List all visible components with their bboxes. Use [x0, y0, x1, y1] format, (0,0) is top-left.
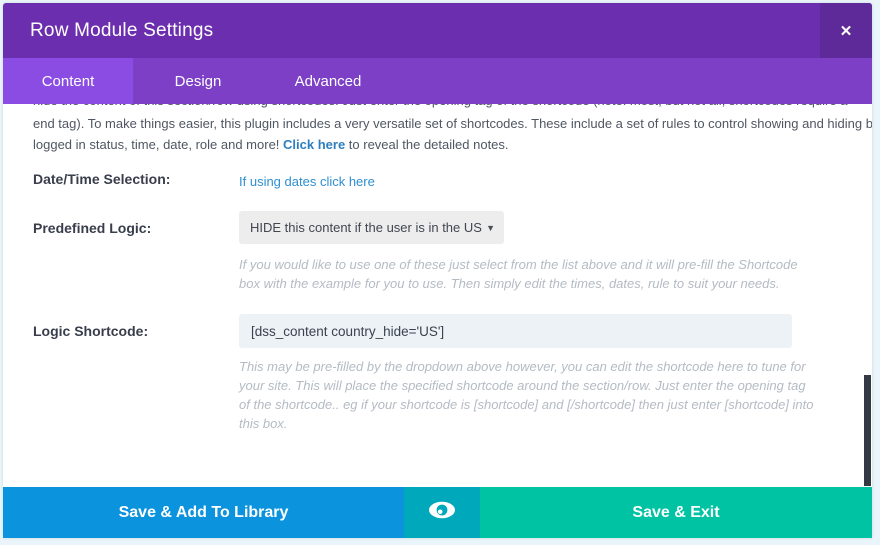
- intro-paragraph: end tag). To make things easier, this pl…: [33, 113, 858, 155]
- logic-shortcode-input[interactable]: [239, 314, 792, 348]
- chevron-down-icon: ▼: [484, 223, 504, 233]
- modal-footer: Save & Add To Library Save & Exit: [3, 487, 872, 538]
- using-dates-link[interactable]: If using dates click here: [239, 174, 375, 189]
- intro-line-1: end tag). To make things easier, this pl…: [33, 113, 858, 134]
- predefined-logic-help-text: If you would like to use one of these ju…: [239, 255, 798, 293]
- save-exit-button[interactable]: Save & Exit: [480, 487, 872, 538]
- clipped-text-line: hide the content of this section/row usi…: [33, 104, 848, 109]
- close-icon: ✕: [840, 22, 853, 40]
- tab-bar: Content Design Advanced: [3, 58, 872, 104]
- eye-icon: [427, 499, 457, 526]
- tab-content[interactable]: Content: [3, 58, 133, 104]
- modal-header: Row Module Settings ✕: [3, 3, 872, 58]
- logic-shortcode-label: Logic Shortcode:: [33, 323, 148, 339]
- tab-advanced[interactable]: Advanced: [263, 58, 393, 104]
- save-add-to-library-button[interactable]: Save & Add To Library: [3, 487, 404, 538]
- modal-title: Row Module Settings: [3, 20, 213, 42]
- predefined-logic-select[interactable]: HIDE this content if the user is in the …: [239, 211, 504, 244]
- close-button[interactable]: ✕: [820, 3, 872, 58]
- preview-button[interactable]: [404, 487, 480, 538]
- settings-scroll-area: hide the content of this section/row usi…: [3, 104, 872, 487]
- row-module-settings-modal: Row Module Settings ✕ Content Design Adv…: [3, 3, 872, 538]
- datetime-selection-label: Date/Time Selection:: [33, 171, 170, 187]
- predefined-logic-label: Predefined Logic:: [33, 220, 151, 236]
- predefined-logic-selected-value: HIDE this content if the user is in the …: [239, 220, 484, 235]
- tab-design[interactable]: Design: [133, 58, 263, 104]
- logic-shortcode-help-text: This may be pre-filled by the dropdown a…: [239, 357, 814, 433]
- intro-line-2: logged in status, time, date, role and m…: [33, 134, 858, 155]
- vertical-scrollbar-thumb[interactable]: [864, 375, 871, 486]
- click-here-link[interactable]: Click here: [283, 137, 345, 152]
